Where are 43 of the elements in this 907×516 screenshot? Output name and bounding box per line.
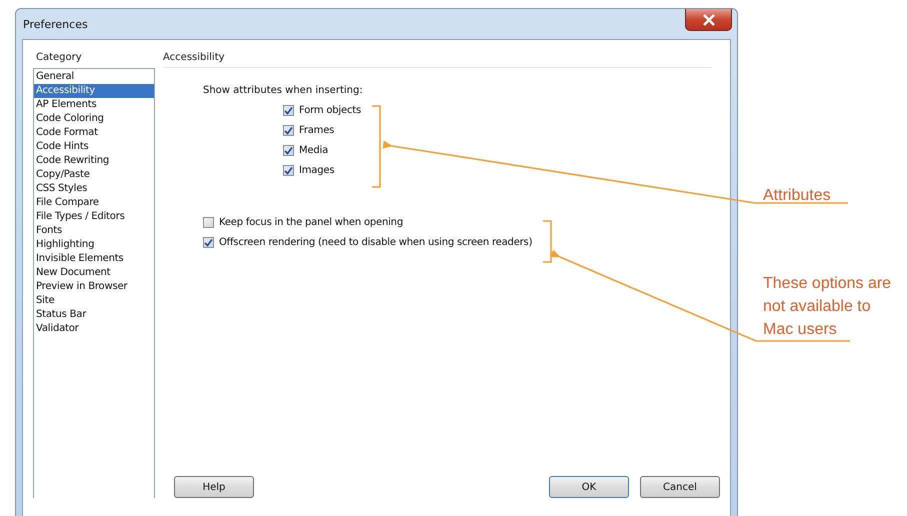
checkbox-label: Frames xyxy=(299,125,334,136)
group-label: Show attributes when inserting: xyxy=(203,85,364,96)
annotation-text: These options are not available to Mac users xyxy=(763,274,892,340)
category-item[interactable]: Validator xyxy=(34,322,154,336)
checkbox[interactable] xyxy=(283,125,294,136)
category-item[interactable]: Code Hints xyxy=(34,140,154,154)
ok-button[interactable]: OK xyxy=(549,476,629,498)
checkbox-label: Images xyxy=(299,165,334,176)
category-item[interactable]: CSS Styles xyxy=(34,182,154,196)
category-item[interactable]: File Compare xyxy=(34,196,154,210)
checkbox[interactable] xyxy=(283,165,294,176)
category-label: Category xyxy=(35,52,83,65)
close-button[interactable] xyxy=(685,9,732,31)
category-item[interactable]: Copy/Paste xyxy=(34,168,154,182)
category-item[interactable]: Fonts xyxy=(34,224,154,238)
category-item[interactable]: General xyxy=(34,70,154,84)
panel-title: Accessibility xyxy=(163,52,712,68)
category-item[interactable]: Code Format xyxy=(34,126,154,140)
category-item[interactable]: File Types / Editors xyxy=(34,210,154,224)
category-item[interactable]: Accessibility xyxy=(34,84,154,98)
category-item[interactable]: Code Rewriting xyxy=(34,154,154,168)
checkbox[interactable] xyxy=(283,105,294,116)
annotation-text: Attributes xyxy=(763,186,831,206)
bracket xyxy=(543,220,552,263)
close-icon xyxy=(702,14,716,26)
category-item[interactable]: Invisible Elements xyxy=(34,252,154,266)
help-button[interactable]: Help xyxy=(174,476,254,498)
category-item[interactable]: Preview in Browser xyxy=(34,280,154,294)
checkbox-label: Keep focus in the panel when opening xyxy=(219,217,403,228)
checkbox-label: Offscreen rendering (need to disable when using screen readers) xyxy=(219,237,532,248)
category-item[interactable]: Code Coloring xyxy=(34,112,154,126)
cancel-button[interactable]: Cancel xyxy=(640,476,720,498)
checkbox[interactable] xyxy=(203,217,214,228)
checkbox-label: Media xyxy=(299,145,328,156)
category-item[interactable]: Highlighting xyxy=(34,238,154,252)
window-title: Preferences xyxy=(22,17,88,31)
category-item[interactable]: New Document xyxy=(34,266,154,280)
category-item[interactable]: Site xyxy=(34,294,154,308)
checkbox[interactable] xyxy=(203,237,214,248)
category-item[interactable]: Status Bar xyxy=(34,308,154,322)
checkbox-label: Form objects xyxy=(299,105,361,116)
checkbox[interactable] xyxy=(283,145,294,156)
category-item[interactable]: AP Elements xyxy=(34,98,154,112)
